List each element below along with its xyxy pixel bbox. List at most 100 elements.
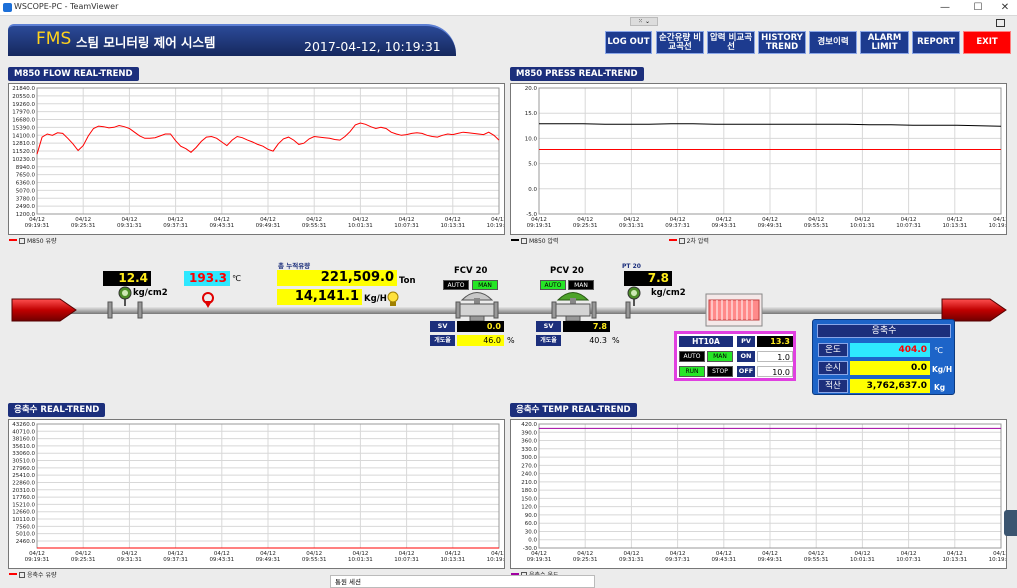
legend-checkbox[interactable] <box>521 238 527 244</box>
x-tick-label: 10:01:31 <box>348 223 373 229</box>
pcv-percent-unit: % <box>612 336 620 345</box>
instant-flow-unit: Kg/H <box>364 294 387 304</box>
minimize-icon[interactable]: — <box>935 1 955 15</box>
x-tick-label: 09:55:31 <box>302 223 327 229</box>
history-trend-button[interactable]: HISTORY TREND <box>758 31 806 54</box>
ht10a-auto-button[interactable]: AUTO <box>679 351 705 362</box>
x-tick-label: 10:19:31 <box>487 223 504 229</box>
y-tick-label: 35610.0 <box>12 444 35 450</box>
legend-checkbox[interactable] <box>19 238 25 244</box>
pcv-auto-button[interactable]: AUTO <box>540 280 566 290</box>
y-tick-label: 20310.0 <box>12 488 35 494</box>
y-tick-label: 150.0 <box>521 496 537 502</box>
ht10a-man-button[interactable]: MAN <box>707 351 733 362</box>
maximize-icon[interactable]: ☐ <box>968 1 988 15</box>
ht10a-pv-label: PV <box>737 336 755 347</box>
y-tick-label: 19260.0 <box>12 102 35 108</box>
flange <box>137 301 143 319</box>
press-trend-panel: M850 PRESS REAL-TREND 04/12 09:19:31 04/12 0… <box>510 67 1007 247</box>
y-tick-label: 210.0 <box>521 480 537 486</box>
ht10a-stop-button[interactable]: STOP <box>707 366 733 377</box>
y-tick-label: 60.0 <box>525 521 538 527</box>
y-tick-label: 30.0 <box>525 529 538 535</box>
session-bar[interactable]: 통원 세션 <box>330 575 595 588</box>
alarm-history-button[interactable]: 경보이력 <box>809 31 857 54</box>
x-tick-label: 09:25:31 <box>573 557 598 563</box>
y-tick-label: 240.0 <box>521 472 537 478</box>
y-tick-label: 15210.0 <box>12 502 35 508</box>
legend-swatch <box>668 239 677 241</box>
temperature-sensor-icon <box>202 292 214 308</box>
teamviewer-side-tab-icon[interactable] <box>1004 510 1017 536</box>
y-tick-label: 2460.0 <box>16 539 36 545</box>
legend-checkbox[interactable] <box>678 238 685 244</box>
alarm-limit-button[interactable]: ALARM LIMIT <box>860 31 909 54</box>
y-tick-label: 270.0 <box>521 463 537 469</box>
report-button[interactable]: REPORT <box>912 31 960 54</box>
plot-area: 04/12 09:19:31 04/12 09:25:31 04/12 09:31:31 0… <box>8 83 505 235</box>
y-tick-label: 33060.0 <box>12 451 35 457</box>
y-tick-label: 0.0 <box>528 538 537 544</box>
condensate-total-unit: Kg <box>934 383 946 392</box>
condensate-instant-unit: Kg/H <box>932 365 953 374</box>
ht10a-off-value[interactable]: 10.0 <box>757 366 793 377</box>
fcv-auto-button[interactable]: AUTO <box>443 280 469 290</box>
instant-flow-value: 14,141.1 <box>277 289 362 305</box>
fcv-valve-icon[interactable] <box>459 292 495 322</box>
condensate-trend-panel: 응축수 REAL-TREND 04/12 09:19:31 04/12 09:25:31… <box>8 403 505 581</box>
y-tick-label: 40710.0 <box>12 429 35 435</box>
legend-swatch <box>9 239 17 241</box>
condensate-temp-label: 온도 <box>818 343 848 357</box>
y-tick-label: 300.0 <box>521 455 537 461</box>
instant-flow-compare-button[interactable]: 순간유량 비교곡선 <box>656 31 704 54</box>
legend-item[interactable]: M850 압력 <box>511 238 559 245</box>
x-tick-label: 09:37:31 <box>665 223 690 229</box>
legend-item[interactable]: 응축수 유량 <box>9 572 57 579</box>
x-tick-label: 09:49:31 <box>256 557 281 563</box>
chart-svg: 04/1209:19:3104/1209:25:3104/1209:31:310… <box>525 86 1006 229</box>
teamviewer-panel-toggle-icon[interactable]: ⁙ ⌄ <box>630 17 658 26</box>
ht10a-run-button[interactable]: RUN <box>679 366 705 377</box>
y-tick-label: 90.0 <box>525 513 538 519</box>
pcv-sv-label: SV <box>536 321 561 332</box>
app-header: FMS 스팀 모니터링 제어 시스템 2017-04-12, 10:19:31 <box>8 24 456 56</box>
brand-logo: FMS <box>36 29 72 49</box>
exit-button[interactable]: EXIT <box>963 31 1011 54</box>
fcv-man-button[interactable]: MAN <box>472 280 498 290</box>
pt-title: PT 20 <box>622 263 641 270</box>
x-tick-label: 09:55:31 <box>804 557 829 563</box>
y-tick-label: 5010.0 <box>16 532 36 538</box>
x-tick-label: 10:07:31 <box>896 557 921 563</box>
fcv-sv-value[interactable]: 0.0 <box>457 321 504 332</box>
y-tick-label: 20.0 <box>525 86 538 92</box>
flow-meter-icon <box>387 291 399 306</box>
y-tick-label: 10110.0 <box>12 517 35 523</box>
y-tick-label: -5.0 <box>526 212 537 218</box>
fcv-open-value: 46.0 <box>457 335 504 346</box>
legend-item[interactable]: M850 유량 <box>9 238 57 245</box>
inlet-pressure-value: 12.4 <box>103 271 151 286</box>
legend-item[interactable]: 2차 압력 <box>668 238 709 245</box>
ht10a-on-value[interactable]: 1.0 <box>757 351 793 362</box>
y-tick-label: 8940.0 <box>16 165 36 171</box>
pcv-man-button[interactable]: MAN <box>568 280 594 290</box>
pcv-sv-value[interactable]: 7.8 <box>563 321 610 332</box>
condensate-instant-label: 순시 <box>818 361 848 375</box>
pcv-valve-icon[interactable] <box>555 292 591 322</box>
x-tick-label: 10:19:31 <box>989 223 1006 229</box>
app-title: 스팀 모니터링 제어 시스템 <box>76 35 216 50</box>
y-tick-label: 330.0 <box>521 447 537 453</box>
close-icon[interactable]: ✕ <box>995 1 1015 15</box>
logout-button[interactable]: LOG OUT <box>605 31 652 54</box>
y-tick-label: 3780.0 <box>16 196 36 202</box>
restore-icon[interactable] <box>996 19 1005 27</box>
x-tick-label: 09:25:31 <box>573 223 598 229</box>
y-tick-label: 43260.0 <box>12 422 35 428</box>
x-tick-label: 09:49:31 <box>758 223 783 229</box>
y-tick-label: 11520.0 <box>12 149 35 155</box>
x-tick-label: 09:49:31 <box>758 557 783 563</box>
y-tick-label: 120.0 <box>521 505 537 511</box>
legend-checkbox[interactable] <box>19 572 25 578</box>
pressure-compare-button[interactable]: 압력 비교곡선 <box>707 31 755 54</box>
y-tick-label: 7650.0 <box>16 173 36 179</box>
